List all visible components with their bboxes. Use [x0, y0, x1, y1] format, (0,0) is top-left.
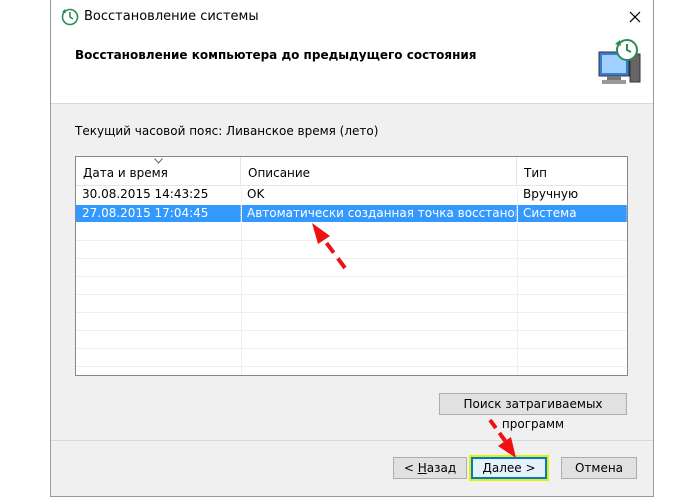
row-divider: [76, 366, 627, 367]
table-header: Дата и время Описание Тип: [76, 157, 627, 186]
page-heading: Восстановление компьютера до предыдущего…: [75, 48, 477, 62]
cell-date: 30.08.2015 14:43:25: [82, 187, 209, 201]
column-header-description[interactable]: Описание: [241, 157, 517, 185]
row-divider: [76, 240, 627, 241]
row-divider: [76, 258, 627, 259]
timezone-label: Текущий часовой пояс: Ливанское время (л…: [75, 124, 379, 138]
cell-type: Вручную: [523, 187, 579, 201]
restore-points-table[interactable]: Дата и время Описание Тип 30.08.2015 14:…: [75, 156, 628, 376]
column-header-type[interactable]: Тип: [517, 157, 627, 185]
search-affected-programs-button[interactable]: Поиск затрагиваемых программ: [439, 393, 627, 431]
row-divider: [76, 330, 627, 331]
row-divider: [76, 276, 627, 277]
header-separator: [51, 103, 653, 104]
computer-restore-icon: [598, 39, 641, 84]
window-title: Восстановление системы: [84, 9, 259, 24]
back-button[interactable]: < Назад: [393, 457, 467, 479]
row-divider: [76, 348, 627, 349]
row-divider: [76, 294, 627, 295]
system-restore-icon: [61, 8, 79, 26]
table-row[interactable]: 30.08.2015 14:43:25 OK Вручную: [76, 186, 627, 203]
cell-type: Система: [517, 205, 627, 222]
sort-chevron-icon: [154, 158, 163, 164]
cell-description: OK: [247, 187, 265, 201]
next-button[interactable]: Далее >: [471, 457, 547, 479]
column-divider: [517, 185, 518, 375]
footer-separator: [51, 440, 653, 441]
cancel-button[interactable]: Отмена: [561, 457, 637, 479]
table-row-selected[interactable]: 27.08.2015 17:04:45 Автоматически создан…: [76, 205, 627, 222]
column-divider: [241, 185, 242, 375]
row-divider: [76, 312, 627, 313]
cell-date: 27.08.2015 17:04:45: [76, 205, 241, 222]
close-icon[interactable]: [624, 6, 646, 28]
system-restore-window: Восстановление системы Восстановление ко…: [50, 0, 654, 497]
window-header: Восстановление системы Восстановление ко…: [51, 0, 653, 103]
cell-description: Автоматически созданная точка восстановл…: [241, 205, 517, 222]
